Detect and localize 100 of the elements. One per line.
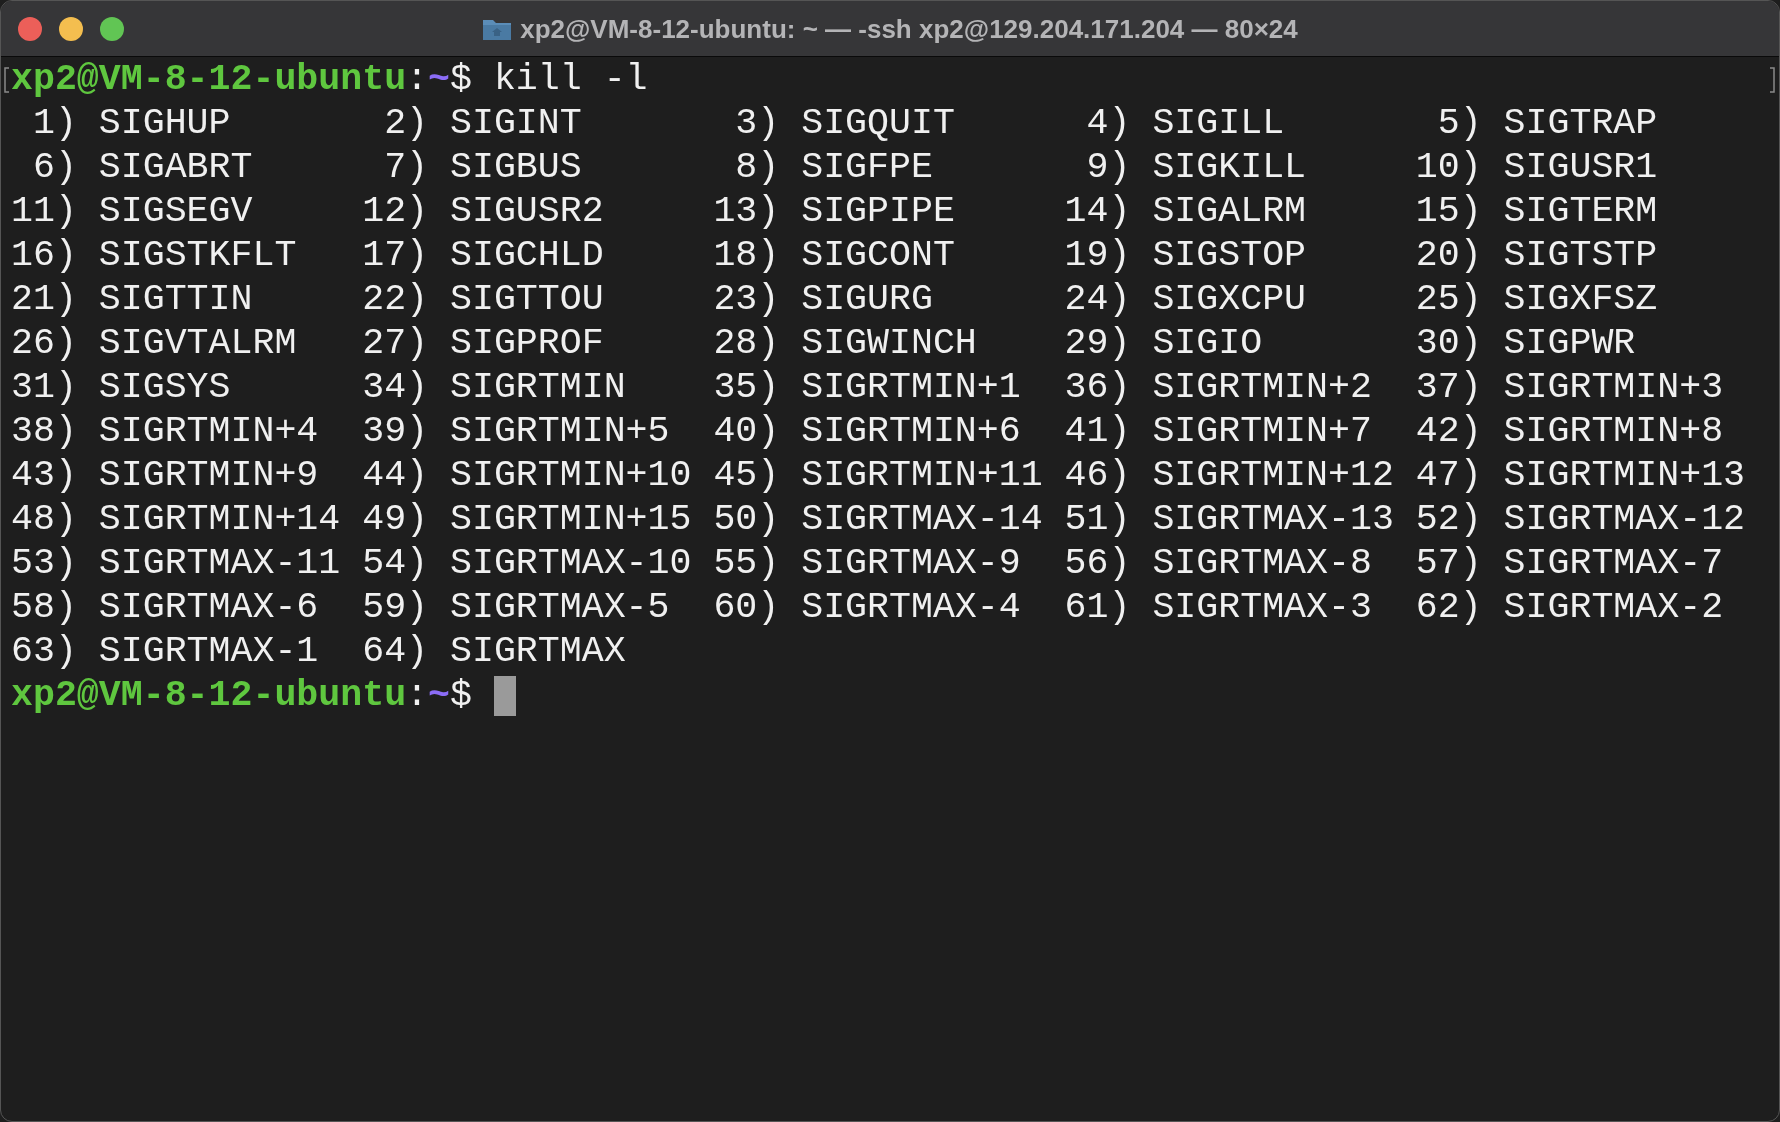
signal-number: 19) [1064,234,1131,278]
signal-name: SIGRTMIN+15 [450,498,692,542]
signal-number: 30) [1415,322,1482,366]
signal-name: SIGIO [1152,322,1263,366]
signal-number: 34) [362,366,429,410]
signal-name: SIGKILL [1152,146,1307,190]
signal-name: SIGRTMAX-3 [1152,586,1372,630]
prompt-symbol: $ [450,674,472,718]
signal-name: SIGRTMIN+1 [801,366,1021,410]
signal-number: 49) [362,498,429,542]
signal-number: 50) [713,498,780,542]
signal-number: 25) [1415,278,1482,322]
signal-number: 61) [1064,586,1131,630]
signal-name: SIGRTMAX-5 [450,586,670,630]
prompt-path: ~ [428,674,450,718]
signal-number: 64) [362,630,429,674]
signal-number: 9) [1085,146,1131,190]
signal-number: 39) [362,410,429,454]
minimize-button[interactable] [59,16,83,41]
text-cursor [493,676,516,716]
signal-number: 4) [1085,102,1131,146]
signal-number: 46) [1064,454,1131,498]
zoom-button[interactable] [100,16,124,41]
prompt-separator: : [406,58,429,102]
signal-name: SIGXCPU [1152,278,1307,322]
signal-number: 60) [713,586,780,630]
signal-number: 52) [1415,498,1482,542]
signal-name: SIGVTALRM [98,322,297,366]
signal-number: 13) [713,190,780,234]
prompt-symbol: $ [450,58,472,102]
signal-number: 12) [362,190,429,234]
signal-name: SIGXFSZ [1503,278,1658,322]
signal-number: 55) [713,542,780,586]
window-title: xp2@VM-8-12-ubuntu: ~ — -ssh xp2@129.204.171.204 — 80×24 [520,12,1298,46]
signal-name: SIGUSR1 [1503,146,1658,190]
signal-number: 22) [362,278,429,322]
signal-number: 15) [1415,190,1482,234]
signal-name: SIGRTMAX-14 [801,498,1043,542]
signal-name: SIGRTMIN+4 [98,410,319,454]
signal-number: 24) [1064,278,1131,322]
signal-name: SIGSTOP [1152,234,1307,278]
signal-name: SIGINT [450,102,582,146]
command-text: kill -l [493,58,648,102]
signal-number: 62) [1415,586,1482,630]
signal-name: SIGHUP [98,102,231,146]
signal-number: 10) [1415,146,1482,190]
signal-number: 11) [11,190,77,234]
signal-name: SIGSEGV [98,190,253,234]
signal-name: SIGRTMIN [450,366,626,410]
signal-name: SIGRTMIN+8 [1503,410,1724,454]
signal-name: SIGRTMAX-13 [1152,498,1394,542]
signal-name: SIGALRM [1152,190,1307,234]
prompt-user-host: xp2@VM-8-12-ubuntu [11,674,407,718]
signal-number: 31) [11,366,77,410]
signal-number: 40) [713,410,780,454]
signal-name: SIGPIPE [801,190,955,234]
signal-name: SIGILL [1152,102,1285,146]
signal-name: SIGRTMIN+11 [801,454,1043,498]
signal-name: SIGTERM [1503,190,1658,234]
signal-number: 48) [11,498,77,542]
signal-name: SIGCHLD [450,234,604,278]
signal-number: 2) [383,102,429,146]
signal-name: SIGRTMAX-2 [1503,586,1724,630]
signal-name: SIGRTMAX-6 [98,586,319,630]
signal-number: 63) [11,630,77,674]
signal-number: 35) [713,366,780,410]
signal-number: 23) [713,278,780,322]
signal-name: SIGTSTP [1503,234,1658,278]
signal-name: SIGSTKFLT [98,234,297,278]
signal-name: SIGRTMAX-8 [1152,542,1372,586]
signal-name: SIGUSR2 [450,190,604,234]
signal-name: SIGRTMAX-1 [98,630,319,674]
signal-number: 1) [31,102,77,146]
signal-name: SIGRTMIN+2 [1152,366,1372,410]
prompt-user-host: xp2@VM-8-12-ubuntu [11,58,407,102]
signal-number: 7) [383,146,429,190]
signal-number: 37) [1415,366,1482,410]
signal-name: SIGFPE [801,146,933,190]
signal-name: SIGRTMAX-9 [801,542,1021,586]
folder-icon [482,17,513,41]
signal-name: SIGRTMAX [450,630,626,674]
signal-number: 20) [1415,234,1482,278]
prompt-separator: : [406,674,429,718]
signal-number: 51) [1064,498,1131,542]
signal-name: SIGPWR [1503,322,1636,366]
signal-name: SIGTTOU [450,278,604,322]
signal-number: 43) [11,454,77,498]
signal-number: 38) [11,410,77,454]
signal-number: 8) [734,146,780,190]
signal-number: 28) [713,322,780,366]
signal-name: SIGRTMAX-10 [450,542,692,586]
signal-name: SIGRTMAX-12 [1503,498,1746,542]
close-button[interactable] [18,16,42,41]
signal-name: SIGPROF [450,322,604,366]
signal-name: SIGWINCH [801,322,977,366]
signal-number: 56) [1064,542,1131,586]
signal-name: SIGRTMAX-4 [801,586,1021,630]
signal-name: SIGRTMIN+7 [1152,410,1372,454]
signal-name: SIGQUIT [801,102,955,146]
signal-number: 53) [11,542,77,586]
